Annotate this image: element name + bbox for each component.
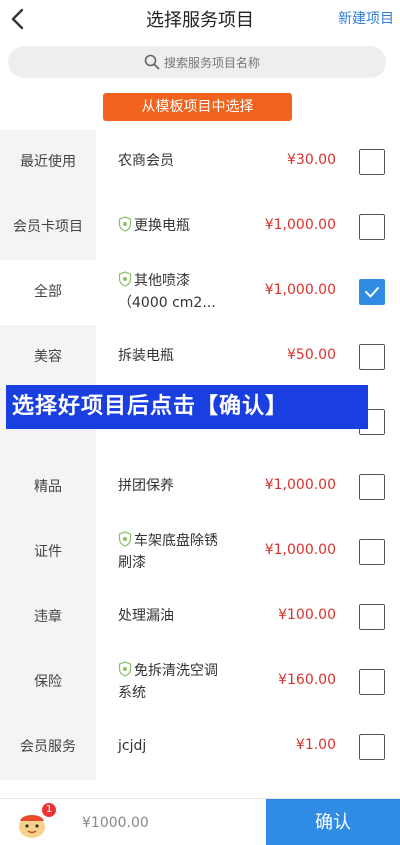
sidebar-item-beauty[interactable]: 美容 <box>0 325 96 390</box>
service-checkbox[interactable] <box>359 474 385 500</box>
service-price: ¥30.00 <box>287 152 336 168</box>
service-price: ¥160.00 <box>278 672 336 688</box>
service-row[interactable]: 处理漏油 ¥100.00 <box>96 585 400 650</box>
shield-icon <box>118 531 132 547</box>
service-row[interactable]: 农商会员 ¥30.00 <box>96 130 400 195</box>
sidebar-item-member-service[interactable]: 会员服务 <box>0 715 96 780</box>
search-area: 搜索服务项目名称 <box>0 38 400 88</box>
service-price: ¥100.00 <box>278 607 336 623</box>
service-price: ¥1,000.00 <box>264 282 336 298</box>
service-name-wrap: 更换电瓶 <box>118 215 248 237</box>
service-name: 处理漏油 <box>118 608 174 624</box>
service-row[interactable]: 拆装电瓶 ¥50.00 <box>96 325 400 390</box>
service-row[interactable]: jcjdj ¥1.00 <box>96 715 400 780</box>
total-amount: ¥1000.00 <box>82 815 149 831</box>
service-name-line2: 刷漆 <box>118 555 146 571</box>
service-checkbox[interactable] <box>359 539 385 565</box>
service-row[interactable]: 其他喷漆 （4000 cm2... ¥1,000.00 <box>96 260 400 325</box>
service-name-wrap: 车架底盘除锈刷漆 <box>118 530 248 574</box>
cart-count-badge: 1 <box>42 803 56 817</box>
service-name: 免拆清洗空调 <box>134 663 218 679</box>
instruction-banner: 选择好项目后点击【确认】 <box>6 385 368 429</box>
search-icon <box>144 54 160 70</box>
service-name-wrap: 免拆清洗空调系统 <box>118 660 248 704</box>
sidebar-item-all[interactable]: 全部 <box>0 260 96 325</box>
service-price: ¥1.00 <box>295 737 336 753</box>
shield-icon <box>118 661 132 677</box>
shield-icon <box>118 216 132 232</box>
search-input[interactable]: 搜索服务项目名称 <box>8 46 386 78</box>
service-list: 农商会员 ¥30.00 更换电瓶 ¥1,000.00 其他喷漆 （4000 cm2… <box>96 130 400 780</box>
service-name: 车架底盘除锈 <box>134 533 218 549</box>
service-name: 其他喷漆 <box>134 273 190 289</box>
service-checkbox-checked[interactable] <box>359 279 385 305</box>
service-checkbox[interactable] <box>359 344 385 370</box>
service-name: jcjdj <box>118 738 147 754</box>
sidebar-item-violation[interactable]: 违章 <box>0 585 96 650</box>
service-name: 拆装电瓶 <box>118 348 174 364</box>
service-name-line2: （4000 cm2... <box>118 295 216 311</box>
service-price: ¥1,000.00 <box>264 477 336 493</box>
service-row[interactable]: 车架底盘除锈刷漆 ¥1,000.00 <box>96 520 400 585</box>
confirm-button[interactable]: 确认 <box>266 799 400 845</box>
search-placeholder: 搜索服务项目名称 <box>164 56 261 70</box>
service-checkbox[interactable] <box>359 734 385 760</box>
sidebar-item-recent[interactable]: 最近使用 <box>0 130 96 195</box>
service-checkbox[interactable] <box>359 214 385 240</box>
category-sidebar: 最近使用 会员卡项目 全部 美容 精品 证件 违章 保险 会员服务 <box>0 130 96 780</box>
service-price: ¥1,000.00 <box>264 542 336 558</box>
service-row[interactable]: 更换电瓶 ¥1,000.00 <box>96 195 400 260</box>
shield-icon <box>118 271 132 287</box>
service-price: ¥50.00 <box>287 347 336 363</box>
new-item-link[interactable]: 新建项目 <box>338 8 394 28</box>
header-bar: 选择服务项目 新建项目 <box>0 0 400 38</box>
service-checkbox[interactable] <box>359 669 385 695</box>
checkmark-icon <box>365 287 379 298</box>
service-checkbox[interactable] <box>359 149 385 175</box>
sidebar-item-license[interactable]: 证件 <box>0 520 96 585</box>
sidebar-item-boutique[interactable]: 精品 <box>0 455 96 520</box>
service-price: ¥1,000.00 <box>264 217 336 233</box>
service-name: 农商会员 <box>118 153 174 169</box>
service-name-wrap: 其他喷漆 （4000 cm2... <box>118 270 248 314</box>
sidebar-item-member-card[interactable]: 会员卡项目 <box>0 195 96 260</box>
service-checkbox[interactable] <box>359 604 385 630</box>
service-name: 更换电瓶 <box>134 218 190 234</box>
service-row[interactable]: 免拆清洗空调系统 ¥160.00 <box>96 650 400 715</box>
service-name-line2: 系统 <box>118 685 146 701</box>
service-name: 拼团保养 <box>118 478 174 494</box>
footer-bar: 1 ¥1000.00 确认 <box>0 798 400 845</box>
sidebar-item-insurance[interactable]: 保险 <box>0 650 96 715</box>
service-row[interactable]: 拼团保养 ¥1,000.00 <box>96 455 400 520</box>
template-select-button[interactable]: 从模板项目中选择 <box>103 93 292 121</box>
